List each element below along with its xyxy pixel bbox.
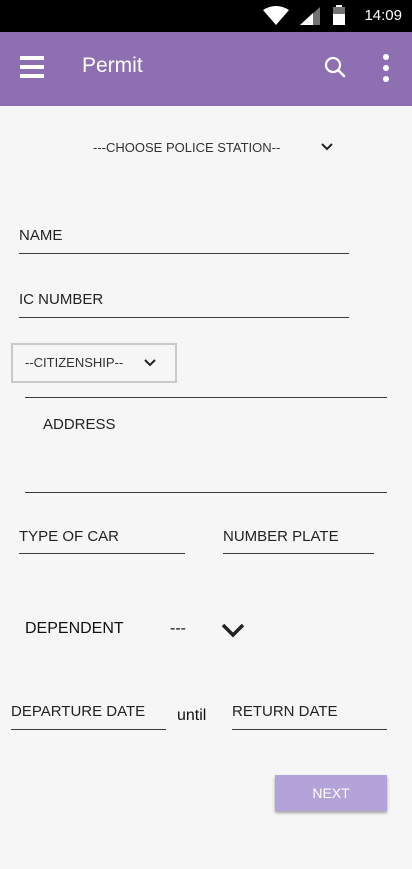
name-placeholder: NAME [19,227,63,244]
citizenship-value: --CITIZENSHIP-- [25,355,124,370]
status-time: 14:09 [364,7,402,24]
status-bar: 14:09 [0,0,412,32]
app-bar: Permit [0,32,412,106]
citizenship-select[interactable]: --CITIZENSHIP-- [11,343,177,383]
search-icon[interactable] [322,54,348,80]
departure-date-field[interactable]: DEPARTURE DATE [11,702,166,730]
address-placeholder: ADDRESS [43,416,116,433]
type-of-car-placeholder: TYPE OF CAR [19,528,120,545]
type-of-car-field[interactable]: TYPE OF CAR [19,527,185,554]
page-title: Permit [82,54,143,77]
chevron-down-icon [321,143,333,151]
dependent-label: DEPENDENT [25,620,124,637]
chevron-down-icon[interactable] [220,622,246,638]
departure-date-placeholder: DEPARTURE DATE [11,703,146,720]
address-field[interactable]: ADDRESS [25,397,387,493]
number-plate-field[interactable]: NUMBER PLATE [223,527,374,554]
menu-icon[interactable] [20,56,44,80]
name-field[interactable]: NAME [19,226,349,254]
more-options-icon[interactable] [372,50,400,86]
police-station-select[interactable]: ---CHOOSE POLICE STATION-- [76,134,346,162]
police-station-value: ---CHOOSE POLICE STATION-- [93,140,281,155]
number-plate-placeholder: NUMBER PLATE [223,528,339,545]
wifi-icon [263,6,289,25]
chevron-down-icon [144,359,156,367]
cellular-signal-icon [300,7,320,25]
next-button[interactable]: NEXT [275,775,387,811]
return-date-placeholder: RETURN DATE [232,703,338,720]
battery-icon [333,5,345,25]
dependent-select[interactable]: --- [170,620,186,638]
ic-number-field[interactable]: IC NUMBER [19,290,349,318]
return-date-field[interactable]: RETURN DATE [232,702,387,730]
ic-number-placeholder: IC NUMBER [19,291,104,308]
until-label: until [177,707,207,724]
